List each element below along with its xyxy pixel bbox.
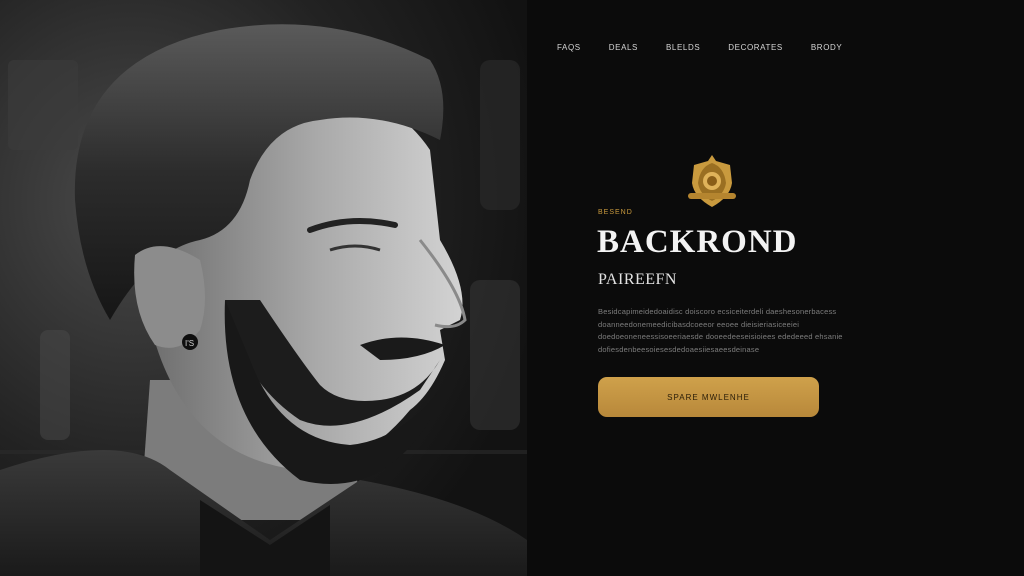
man-profile-illustration: I'S [0, 0, 527, 576]
eyebrow-label: Besend [598, 209, 633, 216]
top-nav: Faqs Deals Blelds Decorates Brody [557, 43, 870, 52]
page-subtitle: PAIREEFN [598, 271, 677, 288]
nav-item-brody[interactable]: Brody [811, 43, 842, 52]
earring-mark: I'S [185, 339, 194, 348]
page-title: BACKROND [597, 224, 798, 260]
nav-item-decorates[interactable]: Decorates [728, 43, 783, 52]
intro-paragraph: Besidcapimeidedoaidisc doiscoro ecsiceit… [598, 307, 843, 354]
page: I'S Faqs Deals Blelds Decorates Brody Be… [0, 0, 1024, 576]
barber-crest-icon [688, 155, 736, 207]
nav-item-deals[interactable]: Deals [609, 43, 638, 52]
nav-item-blelds[interactable]: Blelds [666, 43, 700, 52]
content-panel: Faqs Deals Blelds Decorates Brody Besend… [527, 0, 1024, 576]
cta-button[interactable]: Spare Mwlenhe [598, 377, 819, 417]
nav-item-faqs[interactable]: Faqs [557, 43, 581, 52]
hero-portrait-image: I'S [0, 0, 527, 576]
